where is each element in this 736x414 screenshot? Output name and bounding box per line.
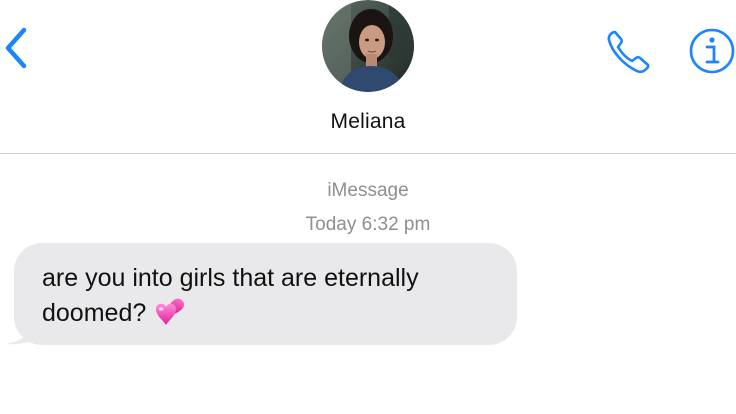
info-button[interactable] bbox=[688, 27, 736, 75]
phone-icon bbox=[607, 30, 650, 74]
chevron-left-icon bbox=[5, 27, 27, 69]
messages-screen: Meliana iMessage Today 6:32 pm are you i… bbox=[0, 0, 736, 414]
two-hearts-icon bbox=[152, 297, 186, 337]
message-timestamp: Today 6:32 pm bbox=[0, 214, 736, 236]
back-button[interactable] bbox=[0, 24, 36, 72]
info-icon bbox=[689, 28, 735, 74]
header-divider bbox=[0, 153, 736, 154]
timestamp-time: 6:32 pm bbox=[361, 214, 431, 235]
avatar-photo bbox=[322, 0, 414, 92]
call-button[interactable] bbox=[604, 27, 656, 77]
timestamp-day: Today bbox=[305, 214, 357, 235]
message-text: are you into girls that are eternally do… bbox=[42, 264, 419, 327]
incoming-message-bubble[interactable]: are you into girls that are eternally do… bbox=[14, 243, 517, 345]
conversation-header: Meliana bbox=[0, 0, 736, 153]
message-row: are you into girls that are eternally do… bbox=[6, 243, 517, 347]
avatar[interactable] bbox=[321, 0, 415, 92]
service-label: iMessage bbox=[327, 180, 409, 201]
contact-name[interactable]: Meliana bbox=[0, 110, 736, 134]
